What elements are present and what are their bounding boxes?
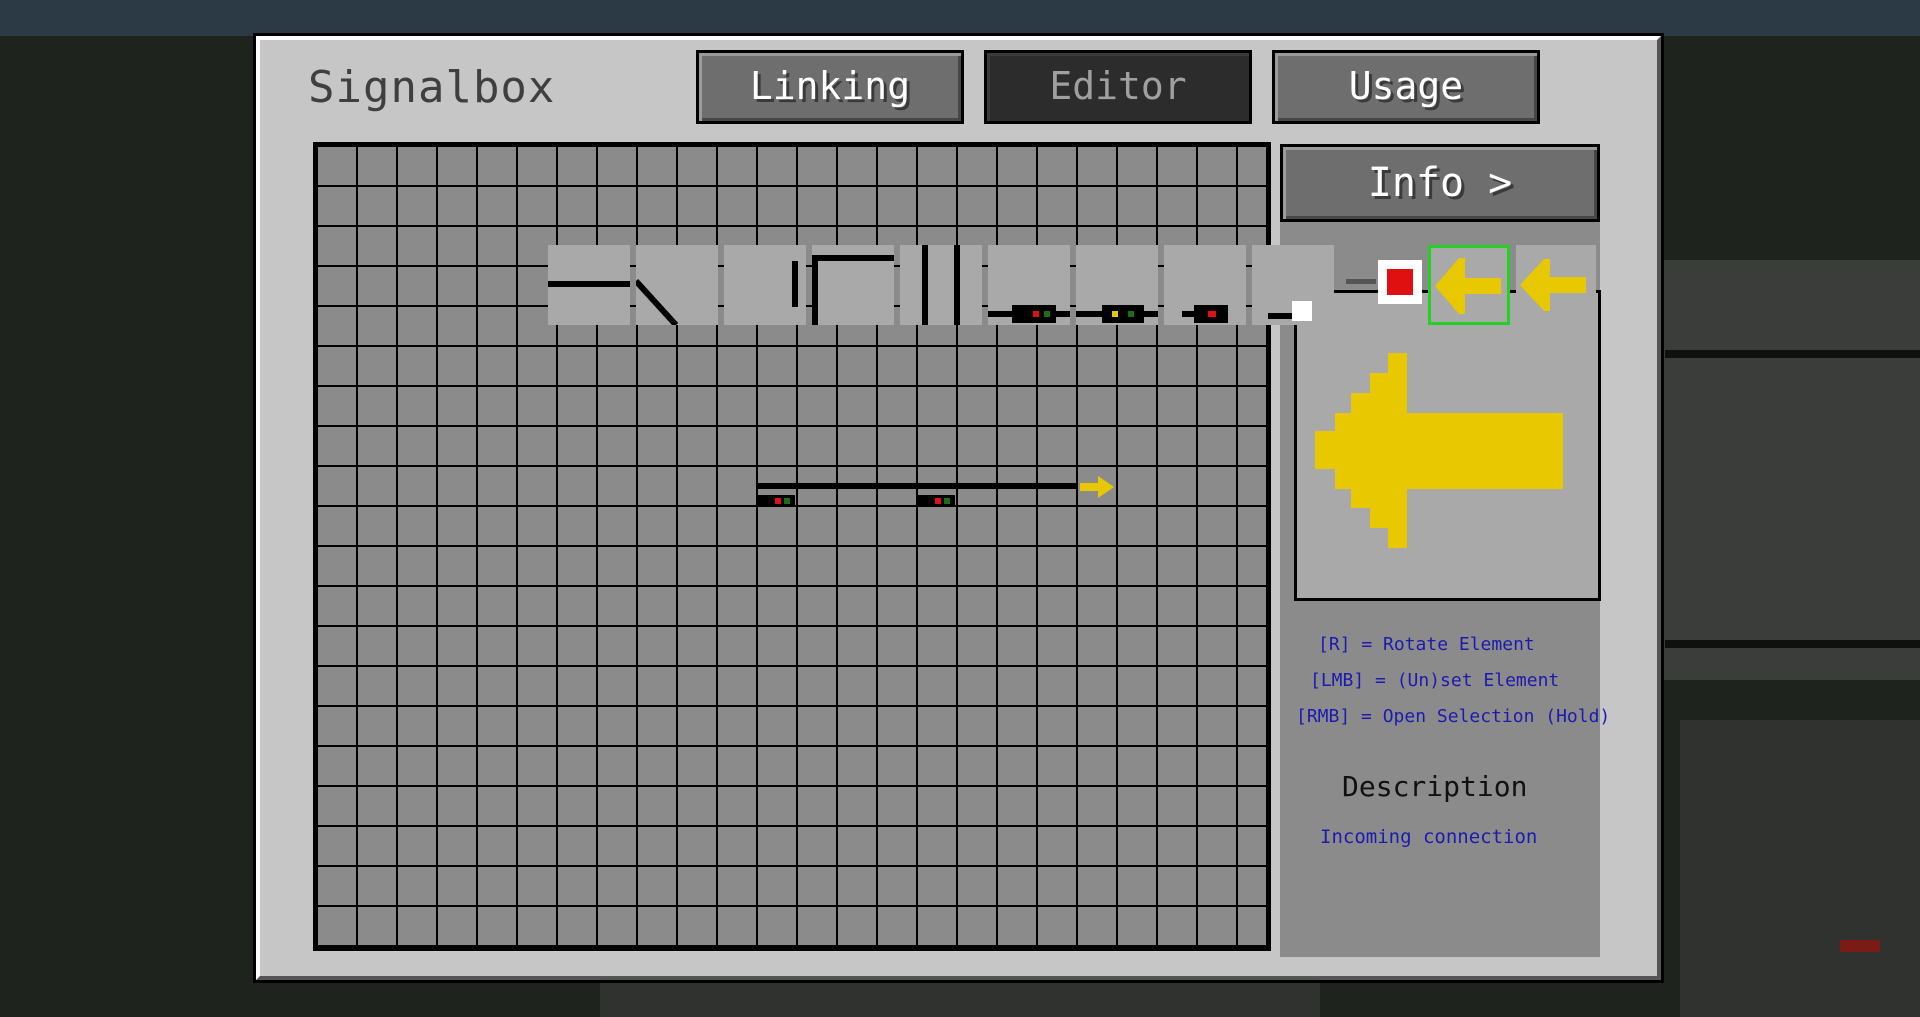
palette-main-signal[interactable] [988, 245, 1070, 325]
info-button[interactable]: Info > [1280, 144, 1600, 222]
background-sky [0, 0, 1920, 36]
description-text: Incoming connection [1320, 826, 1538, 848]
bufferstop-block [1292, 301, 1312, 321]
palette-distant-signal[interactable] [1076, 245, 1158, 325]
signal-green-lamp [1128, 311, 1134, 317]
placed-track[interactable] [757, 483, 1077, 489]
background-redstone [1840, 940, 1880, 952]
signal-red-lamp [1208, 311, 1216, 317]
corner-track-icon [818, 255, 894, 261]
hint-set-element: [LMB] = (Un)set Element [1310, 670, 1560, 691]
distant-signal-head [1102, 305, 1144, 323]
incoming-connection-preview-icon [1315, 353, 1563, 548]
palette-shunt-signal[interactable] [1164, 245, 1246, 325]
background-block [1680, 720, 1920, 1017]
outgoing-connection-icon [1520, 259, 1586, 311]
signal-yellow-lamp [1112, 311, 1118, 317]
straight-track-icon [548, 281, 630, 287]
window-title: Signalbox [308, 62, 556, 113]
tab-linking[interactable]: Linking [696, 50, 964, 124]
stop-marker-rail [1346, 279, 1376, 284]
double-track-rail [954, 245, 960, 325]
description-title: Description [1342, 770, 1528, 803]
signal-green-lamp [1044, 311, 1050, 317]
signal-red-lamp [1033, 311, 1039, 317]
element-preview [1294, 290, 1601, 601]
background-block [600, 982, 1320, 1017]
corner-track-edge [812, 255, 818, 325]
background-rail [1665, 640, 1920, 648]
palette-double-track[interactable] [900, 245, 982, 325]
palette-outgoing-connection[interactable] [1516, 245, 1596, 325]
tab-usage[interactable]: Usage [1272, 50, 1540, 124]
palette-straight-track[interactable] [548, 245, 630, 325]
tab-editor[interactable]: Editor [984, 50, 1252, 124]
diagonal-track-icon [636, 278, 679, 325]
palette-stop-marker[interactable] [1340, 245, 1422, 325]
incoming-connection-icon [1435, 258, 1501, 314]
stop-marker-icon [1387, 269, 1413, 295]
palette-bufferstop[interactable] [1252, 245, 1334, 325]
background-block [1640, 260, 1920, 680]
palette-end-track[interactable] [724, 245, 806, 325]
double-track-icon [922, 245, 928, 325]
hint-open-selection: [RMB] = Open Selection (Hold) [1296, 706, 1611, 727]
palette-diagonal-track[interactable] [636, 245, 718, 325]
placed-signal[interactable] [917, 495, 955, 507]
background-rail [1665, 350, 1920, 358]
placed-signal[interactable] [757, 495, 795, 507]
hint-rotate: [R] = Rotate Element [1318, 634, 1535, 655]
end-track-icon [792, 261, 798, 307]
palette-corner-track[interactable] [812, 245, 894, 325]
palette-incoming-connection[interactable] [1428, 245, 1510, 325]
placed-outgoing-arrow-icon[interactable] [1080, 474, 1116, 500]
